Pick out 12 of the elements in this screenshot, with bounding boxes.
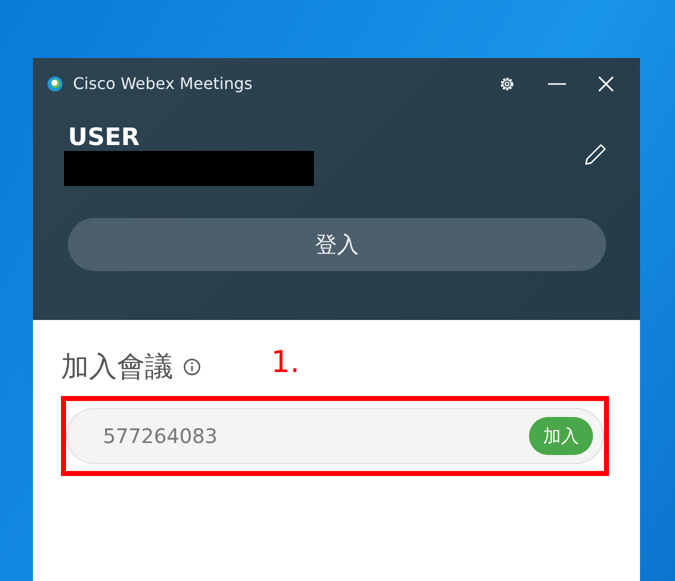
window-title: Cisco Webex Meetings (73, 74, 254, 93)
annotation-label: 1. (271, 344, 300, 380)
join-button[interactable]: 加入 (529, 417, 593, 455)
minimize-icon[interactable] (548, 82, 566, 86)
close-icon[interactable] (598, 76, 614, 92)
logo-icon (47, 76, 63, 92)
user-name: USER (68, 123, 141, 151)
info-icon[interactable] (183, 358, 201, 376)
join-meeting-heading: 加入會議 (61, 349, 173, 385)
settings-icon[interactable] (498, 74, 516, 92)
sign-in-button[interactable]: 登入 (68, 218, 606, 271)
meeting-number-field[interactable]: 577264083 加入 (66, 408, 604, 464)
